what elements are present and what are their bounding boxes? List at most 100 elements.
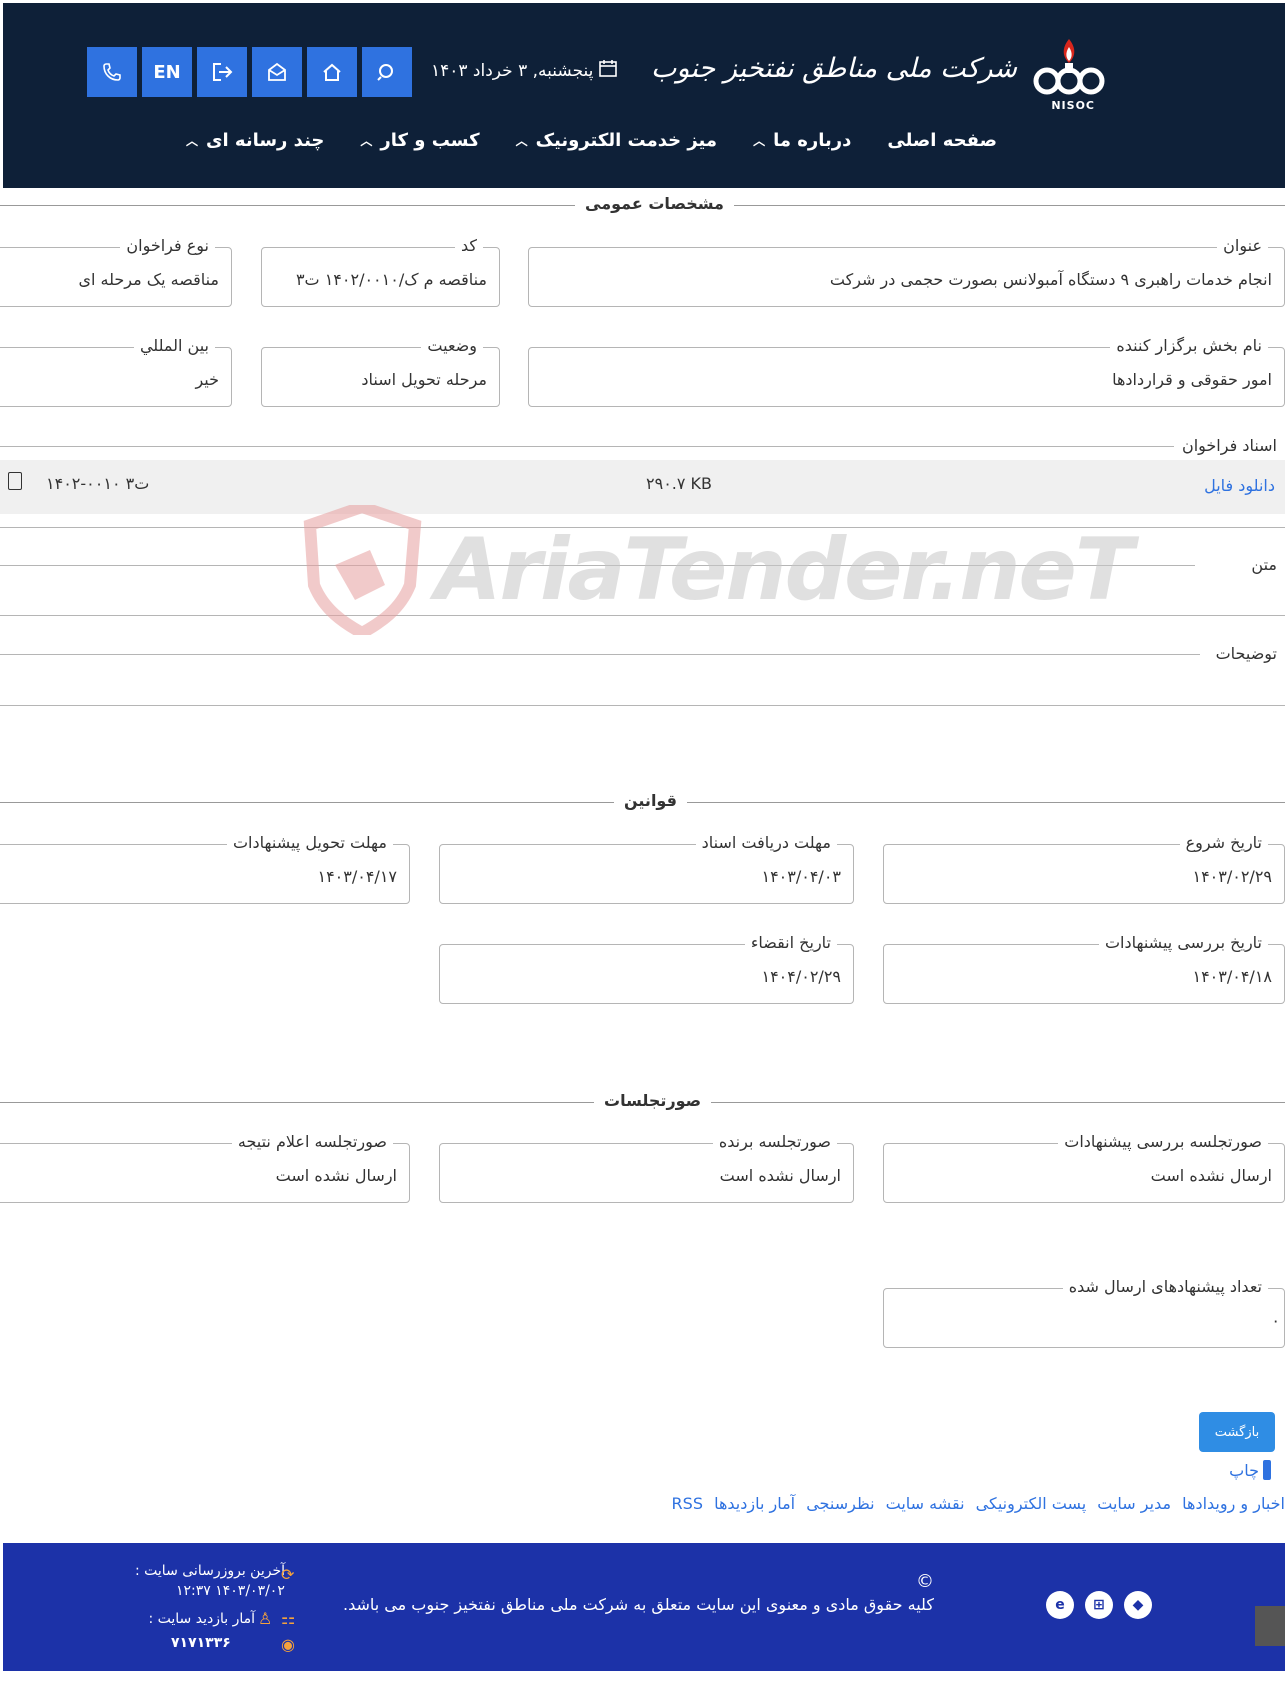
proposal-count-value: ۰ <box>1271 1311 1280 1330</box>
copyright-symbol: © <box>916 1571 934 1592</box>
login-button[interactable] <box>197 47 247 97</box>
status-label: وضعیت <box>421 336 483 355</box>
phone-button[interactable] <box>87 47 137 97</box>
date-text: پنجشنبه, ۳ خرداد ۱۴۰۳ <box>431 60 594 81</box>
link-poll[interactable]: نظرسنجی <box>806 1494 874 1513</box>
department-label: نام بخش برگزار کننده <box>1110 336 1268 355</box>
search-button[interactable] <box>362 47 412 97</box>
start-date-label: تاریخ شروع <box>1179 833 1268 852</box>
expire-date-label: تاریخ انقضاء <box>744 933 837 952</box>
docs-divider <box>0 446 1180 447</box>
menu-item-eservices[interactable]: میز خدمت الکترونیک ︿ <box>516 125 717 155</box>
file-name: ت۳ ۰۰۱۰-۱۴۰۲ <box>46 474 150 493</box>
type-label: نوع فراخوان <box>120 236 215 255</box>
search-icon <box>377 64 393 81</box>
type-field: نوع فراخوان مناقصه یک مرحله ای <box>0 236 232 307</box>
link-rss[interactable]: RSS <box>672 1494 703 1513</box>
link-email[interactable]: پست الکترونیکی <box>976 1494 1087 1513</box>
status-value: مرحله تحویل اسناد <box>361 370 487 389</box>
copyright-text: کلیه حقوق مادی و معنوی این سایت متعلق به… <box>343 1595 934 1614</box>
watermark-text: AriaTender.neT <box>435 520 1134 620</box>
result-minutes-label: صورتجلسه اعلام نتیجه <box>231 1132 393 1151</box>
chevron-up-icon: ︿ <box>753 133 766 148</box>
receive-deadline-value: ۱۴۰۳/۰۴/۰۳ <box>761 867 841 886</box>
mail-icon <box>268 62 286 81</box>
refresh-icon: ⟳ <box>281 1565 295 1584</box>
link-webmaster[interactable]: مدیر سایت <box>1097 1494 1171 1513</box>
description-label: توضیحات <box>1207 644 1277 663</box>
international-value: خیر <box>195 370 219 389</box>
expire-date-value: ۱۴۰۴/۰۲/۲۹ <box>761 967 841 986</box>
link-news[interactable]: اخبار و رویدادها <box>1182 1494 1285 1513</box>
back-button[interactable]: بازگشت <box>1199 1412 1275 1452</box>
docs-label: اسناد فراخوان <box>1173 436 1277 455</box>
home-icon <box>323 63 341 81</box>
department-value: امور حقوقی و قراردادها <box>1112 370 1272 389</box>
review-minutes-label: صورتجلسه بررسی پیشنهادات <box>1058 1132 1268 1151</box>
text-label: متن <box>1243 555 1277 574</box>
start-date-field: تاریخ شروع ۱۴۰۳/۰۲/۲۹ <box>883 833 1285 904</box>
menu-item-about[interactable]: درباره ما ︿ <box>753 125 851 155</box>
winner-minutes-label: صورتجلسه برنده <box>712 1132 837 1151</box>
expire-date-field: تاریخ انقضاء ۱۴۰۴/۰۲/۲۹ <box>439 933 854 1004</box>
chevron-up-icon: ︿ <box>185 133 198 148</box>
print-icon <box>1263 1460 1271 1480</box>
code-value: مناقصه م ک/۱۴۰۲/۰۰۱۰ ت۳ <box>295 270 487 289</box>
windows-icon[interactable]: ⊞ <box>1085 1591 1113 1619</box>
subject-field: عنوان انجام خدمات راهبری ۹ دستگاه آمبولا… <box>528 236 1285 307</box>
link-sitemap[interactable]: نقشه سایت <box>886 1494 965 1513</box>
result-minutes-value: ارسال نشده است <box>275 1166 397 1185</box>
review-date-label: تاریخ بررسی پیشنهادات <box>1098 933 1268 952</box>
international-label: بین المللي <box>133 336 215 355</box>
section-title-general: مشخصات عمومی <box>575 194 734 213</box>
status-field: وضعیت مرحله تحویل اسناد <box>261 336 500 407</box>
side-widget[interactable] <box>1255 1606 1285 1646</box>
proposal-count-label: تعداد پیشنهادهای ارسال شده <box>1062 1277 1268 1296</box>
review-date-field: تاریخ بررسی پیشنهادات ۱۴۰۳/۰۴/۱۸ <box>883 933 1285 1004</box>
receive-deadline-field: مهلت دریافت اسناد ۱۴۰۳/۰۴/۰۳ <box>439 833 854 904</box>
update-value: ۱۴۰۳/۰۳/۰۲ ۱۲:۳۷ <box>176 1583 285 1599</box>
chevron-up-icon: ︿ <box>515 133 528 148</box>
site-logo[interactable]: شرکت ملی مناطق نفتخیز جنوب NISOC <box>651 33 1117 113</box>
file-icon <box>8 472 22 490</box>
shield-logo-icon <box>303 505 422 635</box>
code-field: کد مناقصه م ک/۱۴۰۲/۰۰۱۰ ت۳ <box>261 236 500 307</box>
current-date: پنجشنبه, ۳ خرداد ۱۴۰۳ <box>431 59 618 82</box>
language-label: EN <box>153 61 181 83</box>
download-file-link[interactable]: دانلود فایل <box>1204 476 1275 495</box>
chevron-up-icon: ︿ <box>360 133 373 148</box>
receive-deadline-label: مهلت دریافت اسناد <box>695 833 837 852</box>
desc-divider <box>0 654 1200 655</box>
language-button[interactable]: EN <box>142 47 192 97</box>
international-field: بین المللي خیر <box>0 336 232 407</box>
submit-deadline-value: ۱۴۰۳/۰۴/۱۷ <box>317 867 397 886</box>
review-minutes-value: ارسال نشده است <box>1150 1166 1272 1185</box>
watermark: AriaTender.neT <box>300 505 1134 635</box>
logo-abbr: NISOC <box>1051 99 1095 112</box>
code-label: کد <box>454 236 483 255</box>
winner-minutes-field: صورتجلسه برنده ارسال نشده است <box>439 1132 854 1203</box>
telegram-icon[interactable]: ◆ <box>1124 1591 1152 1619</box>
menu-item-business[interactable]: کسب و کار ︿ <box>360 125 479 155</box>
home-button[interactable] <box>307 47 357 97</box>
phone-icon <box>103 63 121 81</box>
site-header: شرکت ملی مناطق نفتخیز جنوب NISOC پنجشنبه… <box>3 3 1285 188</box>
section-title-rules: قوانین <box>614 791 687 810</box>
menu-item-home[interactable]: صفحه اصلی <box>887 125 997 155</box>
subject-label: عنوان <box>1217 236 1268 255</box>
eitaa-icon[interactable]: e <box>1046 1591 1074 1619</box>
main-menu: صفحه اصلی درباره ما ︿ میز خدمت الکترونیک ︿… <box>186 125 997 155</box>
proposal-count-field: تعداد پیشنهادهای ارسال شده ۰ <box>883 1277 1285 1348</box>
start-date-value: ۱۴۰۳/۰۲/۲۹ <box>1192 867 1272 886</box>
type-value: مناقصه یک مرحله ای <box>78 270 219 289</box>
print-link[interactable]: چاپ <box>1229 1460 1271 1480</box>
eye-icon: ◉ <box>281 1635 295 1654</box>
user-icon: ♙ <box>258 1609 273 1628</box>
menu-item-multimedia[interactable]: چند رسانه ای ︿ <box>186 125 324 155</box>
mail-button[interactable] <box>252 47 302 97</box>
review-date-value: ۱۴۰۳/۰۴/۱۸ <box>1192 967 1272 986</box>
visits-label: آمار بازدید سایت : <box>148 1611 255 1627</box>
link-stats[interactable]: آمار بازدیدها <box>714 1494 795 1513</box>
visits-value: ۷۱۷۱۳۳۶ <box>171 1635 231 1651</box>
winner-minutes-value: ارسال نشده است <box>719 1166 841 1185</box>
